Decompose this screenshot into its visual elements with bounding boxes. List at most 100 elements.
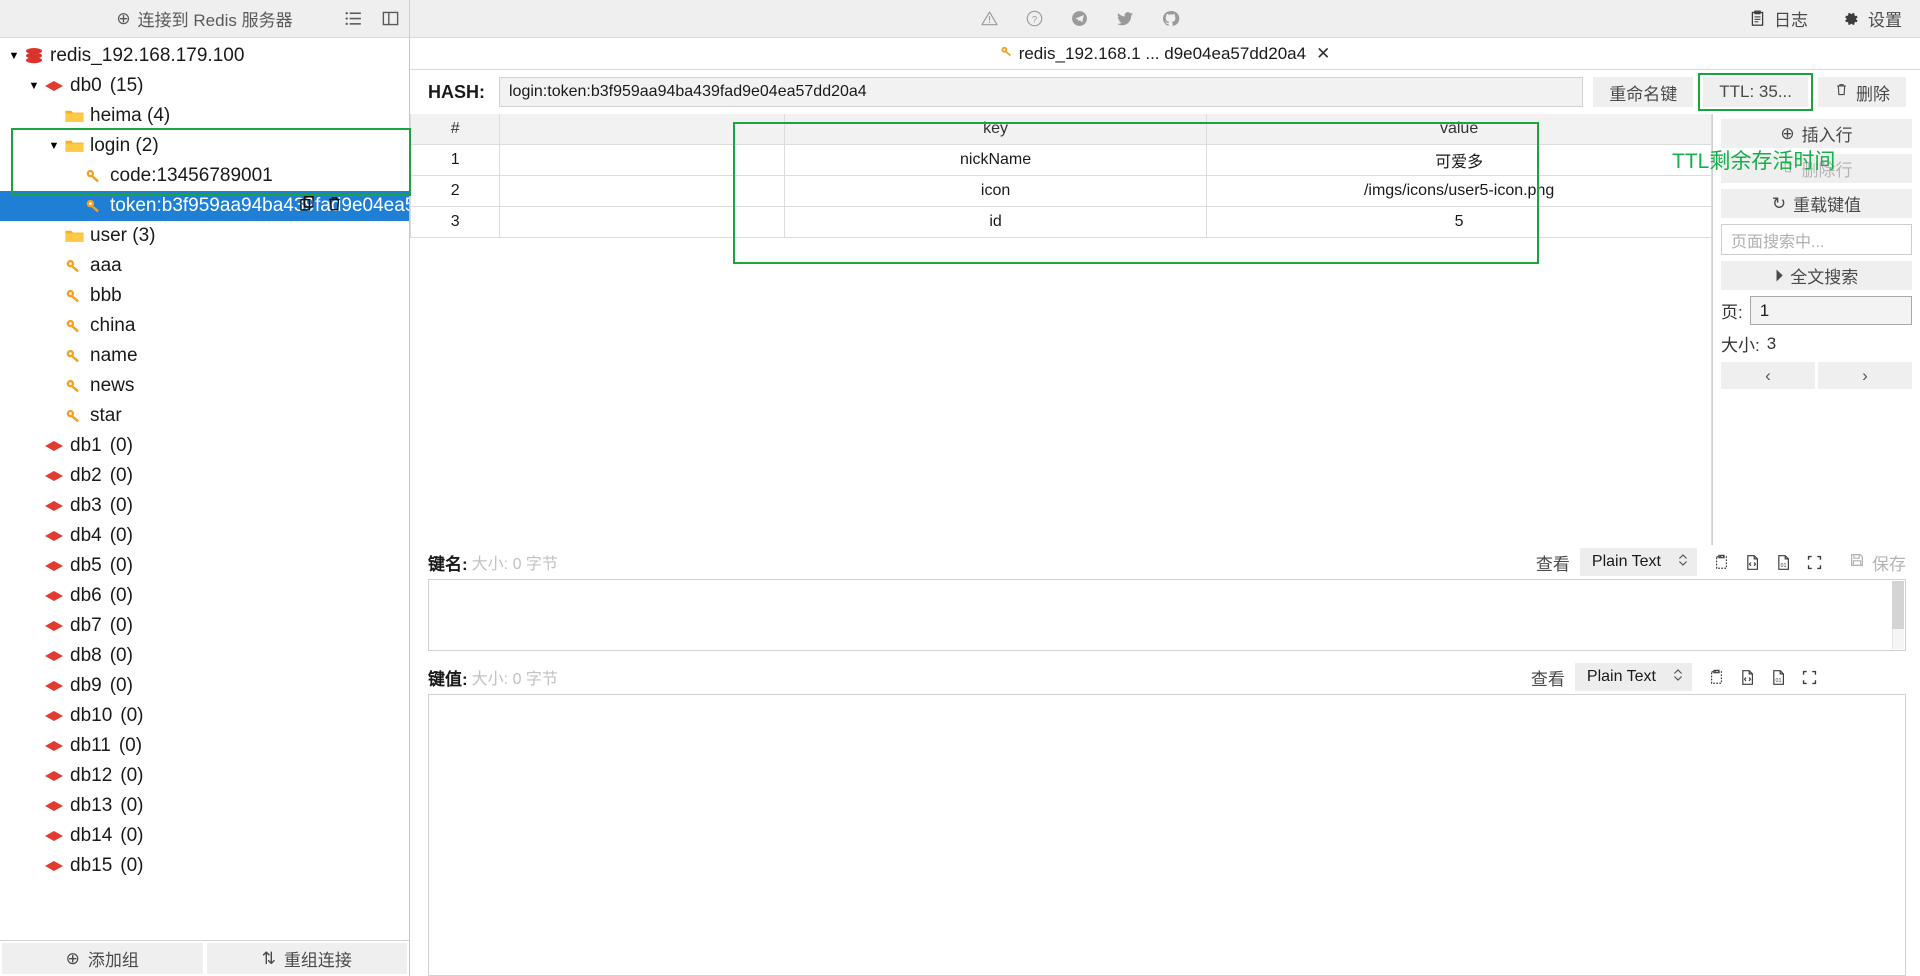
db-icon xyxy=(42,707,66,725)
tree-node[interactable]: ▼ redis_192.168.179.100 xyxy=(0,41,409,71)
hash-cell-key[interactable]: id xyxy=(783,205,1208,238)
clipboard-icon[interactable] xyxy=(1708,669,1725,686)
key-name-editor-scroll-thumb[interactable] xyxy=(1892,581,1904,629)
chevron-down-icon[interactable]: ▼ xyxy=(46,140,62,152)
tree-node[interactable]: ▼ login (2) xyxy=(0,131,409,161)
add-group-button[interactable]: ⊕ 添加组 xyxy=(2,943,203,974)
log-button[interactable]: 日志 xyxy=(1749,6,1808,31)
tree-node[interactable]: ▼db15(0) xyxy=(0,851,409,881)
hash-cell-blank[interactable] xyxy=(499,174,785,207)
hash-table-header-cell[interactable]: key xyxy=(783,114,1208,145)
tree-node[interactable]: ▼db7(0) xyxy=(0,611,409,641)
github-icon[interactable] xyxy=(1161,9,1180,28)
tree-node[interactable]: ▼db11(0) xyxy=(0,731,409,761)
tree-node[interactable]: ▼db1(0) xyxy=(0,431,409,461)
tree-node[interactable]: ▼db6(0) xyxy=(0,581,409,611)
hash-cell-idx[interactable]: 3 xyxy=(409,205,501,238)
table-row[interactable]: 1 nickName 可爱多 xyxy=(409,143,1712,176)
fullscreen-icon[interactable] xyxy=(1801,669,1818,686)
tree-node-label: db11 xyxy=(70,735,111,756)
tree-node[interactable]: ▼user (3) xyxy=(0,221,409,251)
rename-key-button[interactable]: 重命名键 xyxy=(1593,77,1694,107)
binary-file-icon[interactable]: 01 xyxy=(1770,669,1787,686)
binary-file-icon[interactable]: 01 xyxy=(1775,554,1792,571)
hash-cell-idx[interactable]: 2 xyxy=(409,174,501,207)
tree-node[interactable]: ▼db10(0) xyxy=(0,701,409,731)
close-icon[interactable]: ✕ xyxy=(1316,44,1330,64)
hash-cell-blank[interactable] xyxy=(499,205,785,238)
hash-table-header-cell[interactable]: value xyxy=(1206,114,1712,145)
settings-button[interactable]: 设置 xyxy=(1842,6,1902,31)
tab-active-key[interactable]: redis_192.168.1 ... d9e04ea57dd20a4 ✕ xyxy=(994,44,1337,64)
chevron-down-icon[interactable]: ▼ xyxy=(26,80,42,92)
next-page-button[interactable]: › xyxy=(1818,362,1912,389)
question-circle-icon[interactable]: ? xyxy=(1025,9,1044,28)
hash-table-header-cell[interactable]: # xyxy=(409,114,501,145)
tree-node[interactable]: ▼db13(0) xyxy=(0,791,409,821)
tree-node[interactable]: ▼bbb xyxy=(0,281,409,311)
copy-icon[interactable] xyxy=(299,195,316,218)
hash-cell-key[interactable]: icon xyxy=(783,174,1208,207)
fulltext-search-button[interactable]: ⏵ 全文搜索 xyxy=(1721,261,1912,290)
tree-node[interactable]: ▼code:13456789001 xyxy=(0,161,409,191)
trash-icon[interactable] xyxy=(326,195,343,218)
tree-node[interactable]: ▼star xyxy=(0,401,409,431)
tree-node[interactable]: ▼db12(0) xyxy=(0,761,409,791)
list-view-icon[interactable] xyxy=(345,10,362,27)
delete-key-button[interactable]: 删除 xyxy=(1818,77,1906,107)
tree-node[interactable]: ▼china xyxy=(0,311,409,341)
hash-cell-blank[interactable] xyxy=(499,143,785,176)
code-file-icon[interactable] xyxy=(1744,554,1761,571)
tree-node[interactable]: ▼db9(0) xyxy=(0,671,409,701)
tree-node[interactable]: ▼db2(0) xyxy=(0,461,409,491)
page-number-input[interactable]: 1 xyxy=(1749,296,1912,325)
tree-node[interactable]: ▼db3(0) xyxy=(0,491,409,521)
tree-node[interactable]: ▼news xyxy=(0,371,409,401)
key-name-input[interactable]: login:token:b3f959aa94ba439fad9e04ea57dd… xyxy=(499,77,1584,107)
delete-row-button[interactable]: 删除行 xyxy=(1721,154,1912,183)
hash-cell-key[interactable]: nickName xyxy=(783,143,1208,176)
clipboard-icon[interactable] xyxy=(1713,554,1730,571)
tree-node-label: bbb xyxy=(90,285,122,306)
table-row[interactable]: 2 icon/imgs/icons/user5-icon.png xyxy=(409,174,1712,207)
twitter-icon[interactable] xyxy=(1115,9,1135,28)
tree-node[interactable]: ▼heima (4) xyxy=(0,101,409,131)
format-select[interactable]: Plain Text xyxy=(1579,548,1697,576)
key-name-editor-box[interactable] xyxy=(428,579,1906,651)
reload-key-button[interactable]: ↻ 重载键值 xyxy=(1721,189,1912,218)
fullscreen-icon[interactable] xyxy=(1806,554,1823,571)
regroup-connection-label: 重组连接 xyxy=(283,951,352,970)
tree-node[interactable]: ▼db5(0) xyxy=(0,551,409,581)
key-value-editor-box[interactable] xyxy=(428,694,1906,976)
tree-node[interactable]: ▼db8(0) xyxy=(0,641,409,671)
hash-cell-value[interactable]: 可爱多 xyxy=(1206,143,1712,176)
regroup-connection-button[interactable]: ⇅ 重组连接 xyxy=(206,943,407,974)
table-row[interactable]: 3 id 5 xyxy=(409,205,1712,238)
connect-to-redis-button[interactable]: ⊕ 连接到 Redis 服务器 xyxy=(110,4,298,33)
telegram-icon[interactable] xyxy=(1070,9,1089,28)
key-tree[interactable]: ▼redis_192.168.179.100▼db0(15)▼heima (4)… xyxy=(0,38,409,940)
hash-cell-value[interactable]: /imgs/icons/user5-icon.png xyxy=(1206,174,1712,207)
tree-node[interactable]: ▼ db0 (15) xyxy=(0,71,409,101)
insert-row-button[interactable]: ⊕ 插入行 xyxy=(1721,119,1912,148)
tree-node[interactable]: ▼name xyxy=(0,341,409,371)
code-file-icon[interactable] xyxy=(1739,669,1756,686)
split-view-icon[interactable] xyxy=(382,10,399,27)
folder-icon xyxy=(62,107,86,125)
tree-node[interactable]: ▼token:b3f959aa94ba439fad9e04ea57dd2 xyxy=(0,191,409,221)
tree-node[interactable]: ▼aaa xyxy=(0,251,409,281)
page-search-input[interactable]: 页面搜索中... xyxy=(1721,224,1912,255)
key-icon xyxy=(62,258,86,275)
warning-triangle-icon[interactable] xyxy=(980,9,999,28)
format-select[interactable]: Plain Text xyxy=(1574,663,1692,691)
tree-node[interactable]: ▼db14(0) xyxy=(0,821,409,851)
hash-cell-value[interactable]: 5 xyxy=(1206,205,1712,238)
hash-table-header-cell[interactable] xyxy=(499,114,785,145)
hash-table-body[interactable]: 1 nickName 可爱多 2 icon/imgs/icons/user5-icon.… xyxy=(409,143,1712,238)
ttl-button[interactable]: TTL: 35... xyxy=(1703,77,1808,107)
hash-cell-idx[interactable]: 1 xyxy=(409,143,501,176)
chevron-down-icon[interactable]: ▼ xyxy=(6,50,22,62)
tree-node[interactable]: ▼db4(0) xyxy=(0,521,409,551)
save-key-name-button[interactable]: 保存 xyxy=(1849,550,1906,575)
prev-page-button[interactable]: ‹ xyxy=(1721,362,1815,389)
